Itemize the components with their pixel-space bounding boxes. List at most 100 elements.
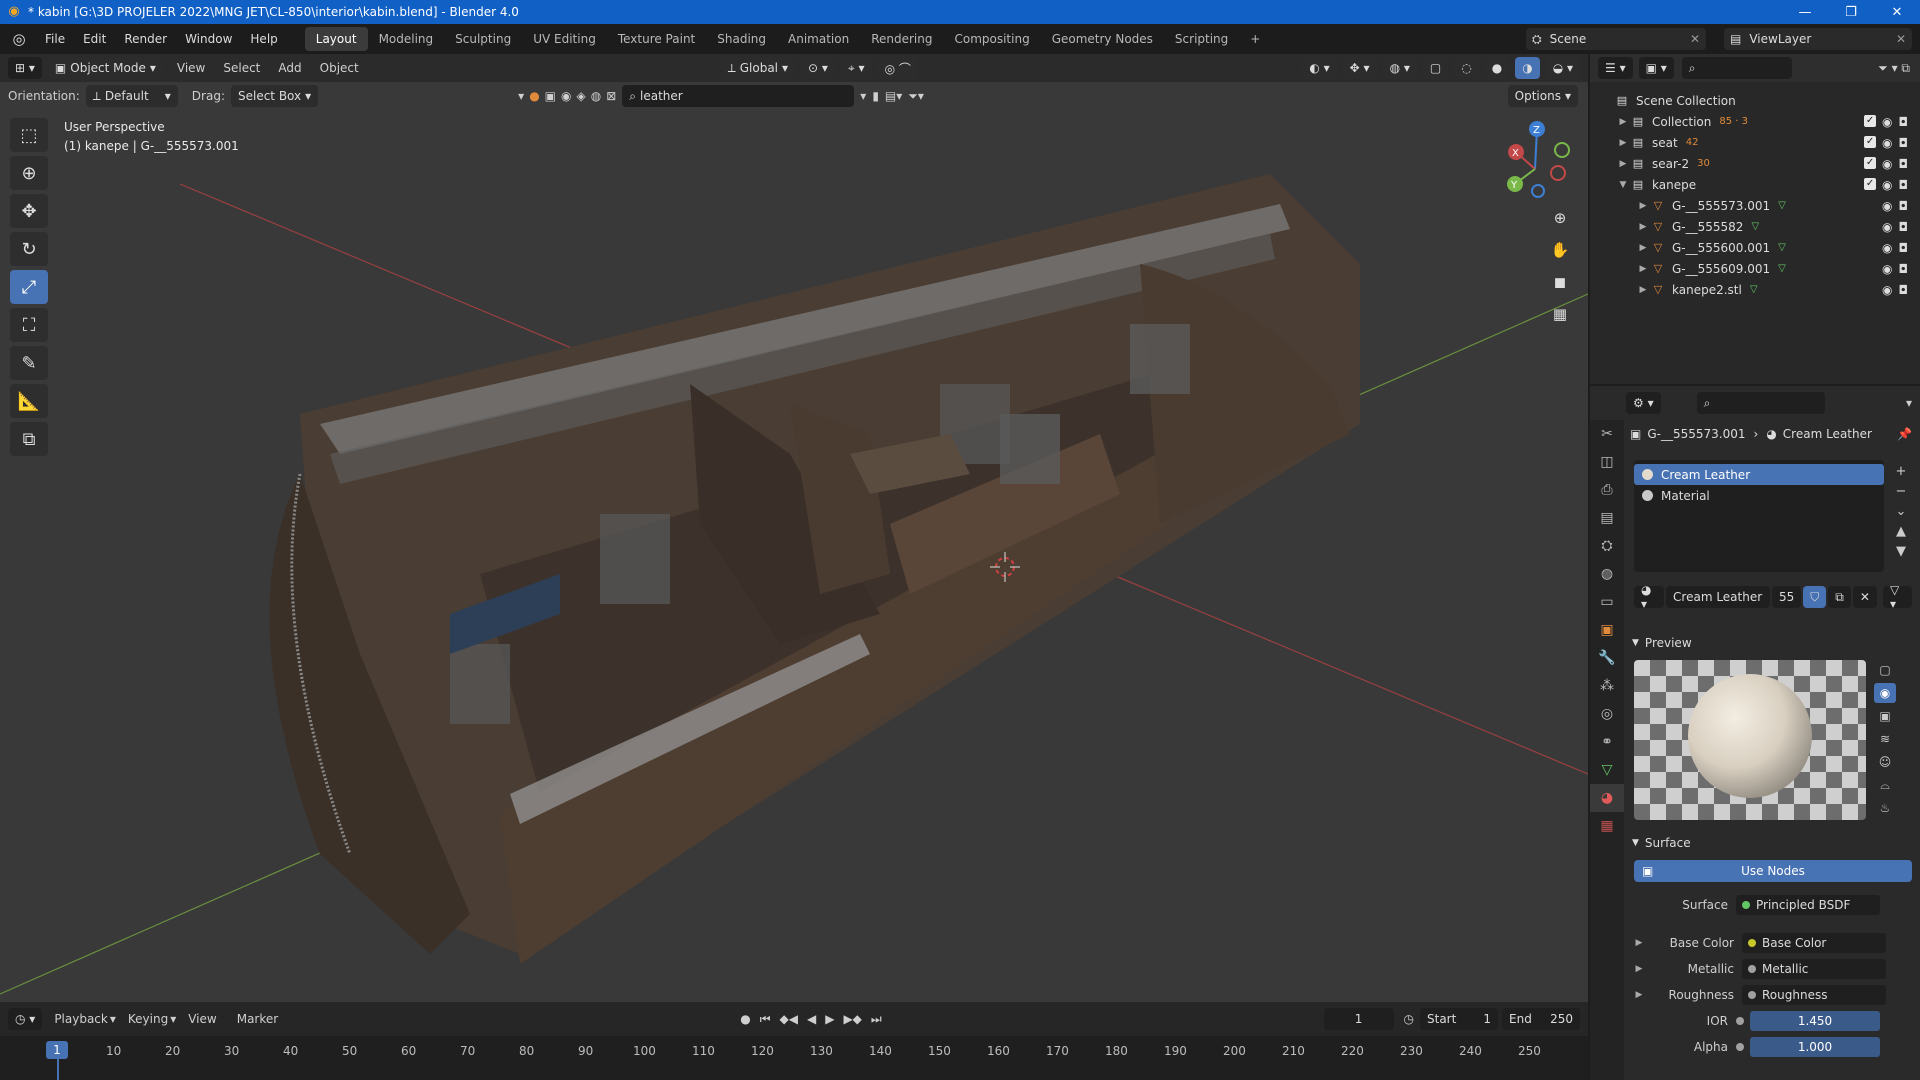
hair-preview-icon[interactable]: ≋ — [1874, 729, 1896, 749]
preview-panel-header[interactable]: ▼ Preview — [1626, 632, 1920, 654]
visibility-icon[interactable]: ◐ ▾ — [1302, 57, 1337, 79]
world-tab-icon[interactable]: ◍ — [1590, 560, 1624, 588]
gizmo-toggle-icon[interactable]: ✥ ▾ — [1342, 57, 1377, 79]
mode-selector[interactable]: ▣ Object Mode ▾ — [47, 57, 163, 79]
scale-tool-icon[interactable]: ⤢ — [10, 270, 48, 304]
material-slot[interactable]: Cream Leather — [1634, 464, 1884, 485]
menu-add[interactable]: Add — [278, 61, 301, 75]
tab-compositing[interactable]: Compositing — [943, 27, 1040, 51]
include-checkbox[interactable]: ✓ — [1864, 135, 1877, 148]
expand-arrow-icon[interactable]: ▶ — [1636, 201, 1650, 211]
close-icon[interactable]: ✕ — [1896, 32, 1906, 46]
collapse-arrow-icon[interactable]: ▼ — [1616, 180, 1630, 190]
output-tab-icon[interactable]: ⎙ — [1590, 476, 1624, 504]
menu-playback[interactable]: Playback — [54, 1012, 108, 1026]
material-slot[interactable]: Material — [1634, 485, 1884, 506]
physics-tab-icon[interactable]: ◎ — [1590, 700, 1624, 728]
editor-type-icon[interactable]: ⊞ ▾ — [8, 57, 42, 79]
record-icon[interactable]: ● — [740, 1012, 750, 1027]
camera-icon[interactable]: ◘ — [1899, 157, 1909, 171]
collection-tab-icon[interactable]: ▭ — [1590, 588, 1624, 616]
layout-icon[interactable]: ▤▾ — [885, 89, 902, 104]
remove-slot-icon[interactable]: − — [1890, 482, 1912, 502]
outliner-row-object[interactable]: ▶ ▽ G-__555609.001 ▽ ◉ ◘ — [1590, 258, 1920, 279]
chevron-down-icon[interactable]: ▾ — [860, 89, 866, 104]
scene-tab-icon[interactable]: ⛭ — [1590, 532, 1624, 560]
expand-arrow-icon[interactable]: ▶ — [1636, 264, 1650, 274]
timeline-ruler[interactable]: 1 10 20 30 40 50 60 70 80 90 100 110 120… — [0, 1036, 1588, 1080]
browse-material-icon[interactable]: ◕ ▾ — [1634, 583, 1665, 611]
filter-icon[interactable]: ⏷▾ — [908, 89, 924, 104]
camera-icon[interactable]: ◘ — [1899, 220, 1909, 234]
outliner-row-object[interactable]: ▶ ▽ kanepe2.stl ▽ ◉ ◘ — [1590, 279, 1920, 300]
outliner-row-sear-2[interactable]: ▶ ▤ sear-2 30 ✓ ◉ ◘ — [1590, 153, 1920, 174]
tab-uv-editing[interactable]: UV Editing — [522, 27, 607, 51]
properties-search-field[interactable]: ⌕ — [1696, 392, 1825, 414]
metallic-field[interactable]: Metallic — [1742, 959, 1886, 979]
camera-icon[interactable]: ◘ — [1899, 199, 1909, 213]
properties-editor-icon[interactable]: ⚙ ▾ — [1626, 392, 1661, 414]
expand-arrow-icon[interactable]: ▶ — [1636, 222, 1650, 232]
play-icon[interactable]: ▶ — [825, 1012, 834, 1027]
outliner-row-kanepe[interactable]: ▼ ▤ kanepe ✓ ◉ ◘ — [1590, 174, 1920, 195]
transform-tool-icon[interactable]: ⛶ — [10, 308, 48, 342]
surface-shader-field[interactable]: Principled BSDF — [1736, 895, 1880, 915]
viewport-scene[interactable]: Z X Y — [0, 54, 1588, 1002]
close-icon[interactable]: ✕ — [1690, 32, 1700, 46]
cube-preview-icon[interactable]: ▣ — [1874, 706, 1896, 726]
add-cube-tool-icon[interactable]: ⧉ — [10, 422, 48, 456]
wireframe-shading-icon[interactable]: ◌ — [1454, 57, 1479, 79]
surface-panel-header[interactable]: ▼ Surface — [1626, 832, 1920, 854]
render-tab-icon[interactable]: ◫ — [1590, 448, 1624, 476]
close-button[interactable]: ✕ — [1874, 5, 1920, 20]
base-color-field[interactable]: Base Color — [1742, 933, 1886, 953]
minimize-button[interactable]: — — [1782, 5, 1828, 20]
eye-icon[interactable]: ◉ — [1882, 283, 1892, 297]
tab-shading[interactable]: Shading — [706, 27, 777, 51]
proportional-edit-icon[interactable]: ◎ ⌒ — [877, 57, 918, 79]
eye-icon[interactable]: ◉ — [1882, 157, 1892, 171]
ior-field[interactable]: 1.450 — [1750, 1011, 1880, 1031]
jump-start-icon[interactable]: ⏮ — [760, 1012, 771, 1027]
eye-icon[interactable]: ◉ — [1882, 220, 1892, 234]
camera-icon[interactable]: ◼ — [1546, 268, 1574, 296]
menu-help[interactable]: Help — [241, 32, 286, 46]
material-slot-list[interactable]: Cream Leather Material — [1634, 460, 1884, 572]
outliner-row-scene-collection[interactable]: ▤ Scene Collection — [1590, 90, 1920, 111]
chevron-down-icon[interactable]: ⌄ — [1890, 502, 1912, 522]
clock-icon[interactable]: ◷ — [1404, 1012, 1414, 1026]
pan-hand-icon[interactable]: ✋ — [1546, 236, 1574, 264]
mesh-icon[interactable]: ◈ — [577, 89, 586, 103]
tab-scripting[interactable]: Scripting — [1164, 27, 1239, 51]
material-shading-icon[interactable]: ◑ — [1515, 57, 1540, 79]
jump-end-icon[interactable]: ⏭ — [871, 1012, 882, 1027]
next-keyframe-icon[interactable]: ▶◆ — [843, 1012, 861, 1027]
solid-shading-icon[interactable]: ● — [1484, 57, 1510, 79]
orientation-dropdown[interactable]: ⟂ Default ▾ — [85, 85, 178, 107]
modifier-tab-icon[interactable]: 🔧 — [1590, 644, 1624, 672]
constraints-tab-icon[interactable]: ⚭ — [1590, 728, 1624, 756]
tool-tab-icon[interactable]: ✂ — [1590, 420, 1624, 448]
prev-keyframe-icon[interactable]: ◆◀ — [780, 1012, 798, 1027]
expand-arrow-icon[interactable]: ▶ — [1616, 159, 1630, 169]
menu-keying[interactable]: Keying — [128, 1012, 168, 1026]
expand-arrow-icon[interactable]: ▶ — [1632, 990, 1646, 1000]
menu-edit[interactable]: Edit — [74, 32, 115, 46]
move-up-icon[interactable]: ▲ — [1890, 522, 1912, 542]
cloth-preview-icon[interactable]: ⌓ — [1874, 775, 1896, 795]
data-tab-icon[interactable]: ▽ — [1590, 756, 1624, 784]
menu-object[interactable]: Object — [320, 61, 359, 75]
select-box-tool-icon[interactable]: ⬚ — [10, 118, 48, 152]
eye-icon[interactable]: ◉ — [1882, 199, 1892, 213]
camera-icon[interactable]: ◘ — [1899, 241, 1909, 255]
search-field[interactable]: ⌕ leather — [622, 85, 855, 107]
expand-arrow-icon[interactable]: ▶ — [1636, 285, 1650, 295]
include-checkbox[interactable]: ✓ — [1864, 177, 1877, 190]
include-checkbox[interactable]: ✓ — [1864, 156, 1877, 169]
include-checkbox[interactable]: ✓ — [1864, 114, 1877, 127]
drag-dropdown[interactable]: Select Box ▾ — [230, 85, 319, 107]
monkey-preview-icon[interactable]: ☺ — [1874, 752, 1896, 772]
move-tool-icon[interactable]: ✥ — [10, 194, 48, 228]
expand-arrow-icon[interactable]: ▶ — [1632, 964, 1646, 974]
menu-view[interactable]: View — [188, 1012, 216, 1026]
